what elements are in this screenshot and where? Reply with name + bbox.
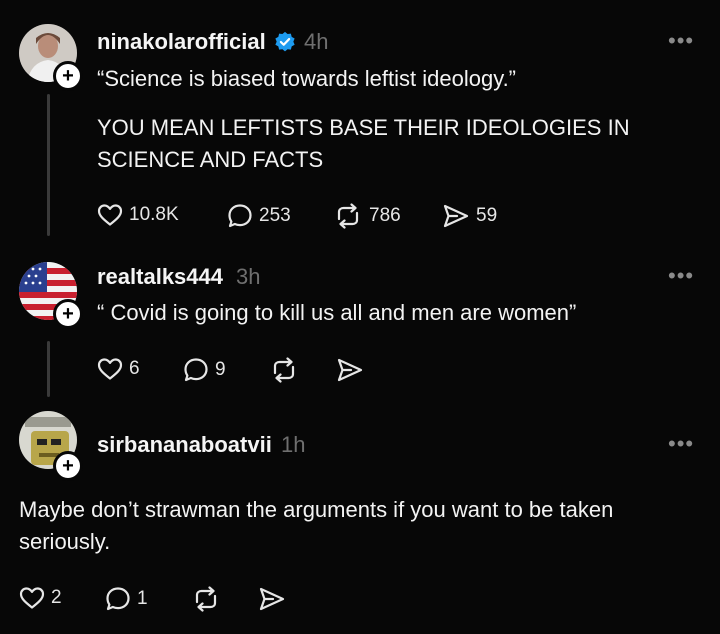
username[interactable]: ninakolarofficial: [97, 29, 266, 55]
share-icon: [259, 587, 285, 611]
reply-count: 1: [137, 588, 148, 609]
heart-icon: [19, 587, 45, 609]
share-button[interactable]: [258, 586, 286, 612]
heart-icon: [97, 358, 123, 380]
repost-button[interactable]: [269, 357, 299, 383]
reply-count: 253: [259, 205, 291, 226]
share-icon: [443, 204, 469, 228]
more-icon[interactable]: •••: [668, 30, 694, 52]
plus-icon: +: [62, 303, 74, 325]
reply-button[interactable]: 253: [227, 203, 291, 229]
post-time: 4h: [304, 29, 329, 54]
reply-button[interactable]: 9: [183, 357, 226, 383]
reply-button[interactable]: 1: [105, 586, 148, 612]
username[interactable]: sirbananaboatvii: [97, 432, 272, 458]
like-count: 6: [129, 358, 140, 379]
reply-count: 9: [215, 359, 226, 380]
post-text: “ Covid is going to kill us all and men …: [97, 300, 577, 325]
repost-icon: [195, 586, 217, 612]
more-icon[interactable]: •••: [668, 265, 694, 287]
share-button[interactable]: 59: [442, 203, 497, 229]
share-icon: [337, 358, 363, 382]
post-text: Maybe don’t strawman the arguments if yo…: [19, 497, 614, 554]
comment-icon: [228, 204, 252, 228]
share-count: 59: [476, 205, 498, 226]
repost-button[interactable]: [191, 586, 221, 612]
post-time: 3h: [236, 264, 261, 289]
thread-line: [47, 94, 50, 236]
share-button[interactable]: [336, 357, 364, 383]
like-button[interactable]: 6: [97, 357, 140, 381]
heart-icon: [97, 204, 123, 226]
more-icon[interactable]: •••: [668, 433, 694, 455]
like-count: 2: [51, 587, 62, 608]
thread-line: [47, 341, 50, 397]
comment-icon: [106, 587, 130, 611]
repost-icon: [337, 203, 359, 229]
follow-plus-button[interactable]: +: [53, 299, 83, 329]
post-text-quote: “Science is biased towards leftist ideol…: [97, 66, 517, 91]
plus-icon: +: [62, 65, 74, 87]
like-button[interactable]: 2: [19, 586, 62, 610]
repost-icon: [273, 357, 295, 383]
post-text-body: YOU MEAN LEFTISTS BASE THEIR IDEOLOGIES …: [97, 115, 630, 172]
like-button[interactable]: 10.8K: [97, 203, 179, 227]
repost-button[interactable]: 786: [333, 203, 401, 229]
comment-icon: [184, 358, 208, 382]
plus-icon: +: [62, 455, 74, 477]
follow-plus-button[interactable]: +: [53, 61, 83, 91]
like-count: 10.8K: [129, 204, 179, 225]
verified-badge-icon: [274, 31, 296, 58]
post-time: 1h: [281, 432, 306, 457]
follow-plus-button[interactable]: +: [53, 451, 83, 481]
repost-count: 786: [369, 205, 401, 226]
username[interactable]: realtalks444: [97, 264, 223, 290]
